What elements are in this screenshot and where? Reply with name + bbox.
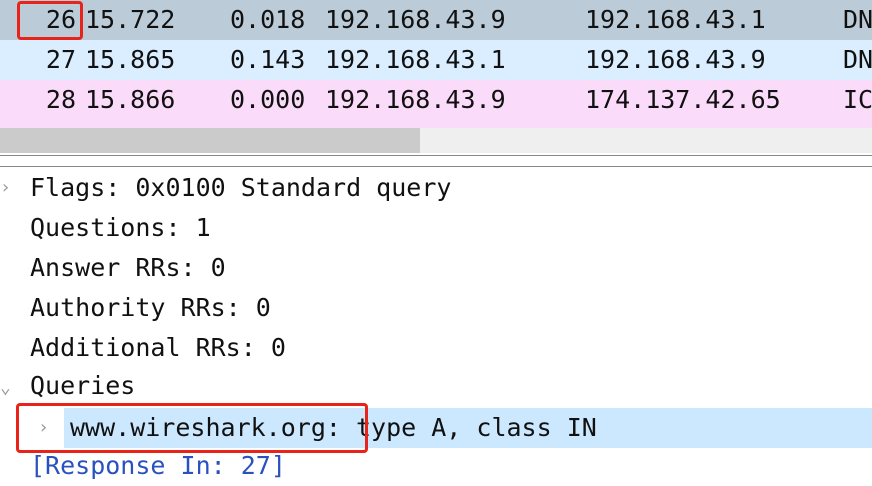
packet-protocol: DNS <box>843 45 872 74</box>
packet-row-26[interactable]: 26 15.722 0.018 192.168.43.9 192.168.43.… <box>0 0 872 40</box>
detail-answer-rrs[interactable]: Answer RRs: 0 <box>30 248 226 288</box>
scrollbar-thumb[interactable] <box>0 128 420 153</box>
packet-source: 192.168.43.9 <box>325 5 506 34</box>
packet-protocol: ICMP <box>843 85 872 114</box>
packet-row-27[interactable]: 27 15.865 0.143 192.168.43.1 192.168.43.… <box>0 40 872 80</box>
packet-source: 192.168.43.1 <box>325 45 506 74</box>
detail-queries[interactable]: Queries <box>30 366 135 406</box>
packet-time: 15.722 <box>85 5 176 34</box>
chevron-down-icon[interactable]: ⌄ <box>0 368 11 408</box>
detail-questions[interactable]: Questions: 1 <box>30 208 211 248</box>
detail-additional-rrs[interactable]: Additional RRs: 0 <box>30 328 286 368</box>
detail-response-in[interactable]: [Response In: 27] <box>30 446 286 486</box>
highlight-box-packet-no <box>17 1 83 40</box>
pane-divider-lower <box>0 166 872 167</box>
packet-delta: 0.000 <box>230 85 306 114</box>
packet-destination: 192.168.43.9 <box>585 45 766 74</box>
detail-authority-rrs[interactable]: Authority RRs: 0 <box>30 288 271 328</box>
packet-time: 15.865 <box>85 45 176 74</box>
chevron-right-icon[interactable]: › <box>0 168 11 208</box>
packet-source: 192.168.43.9 <box>325 85 506 114</box>
packet-row-28[interactable]: 28 15.866 0.000 192.168.43.9 174.137.42.… <box>0 80 872 128</box>
packet-no: 28 <box>45 85 76 114</box>
packet-no: 27 <box>45 45 76 74</box>
horizontal-scrollbar[interactable] <box>0 128 872 153</box>
packet-time: 15.866 <box>85 85 176 114</box>
packet-delta: 0.018 <box>230 5 306 34</box>
packet-destination: 174.137.42.65 <box>585 85 781 114</box>
packet-delta: 0.143 <box>230 45 306 74</box>
packet-protocol: DNS <box>843 5 872 34</box>
detail-flags[interactable]: Flags: 0x0100 Standard query <box>30 168 451 208</box>
pane-divider[interactable] <box>0 155 872 156</box>
query-type-class: type A, class IN <box>340 413 597 442</box>
packet-destination: 192.168.43.1 <box>585 5 766 34</box>
